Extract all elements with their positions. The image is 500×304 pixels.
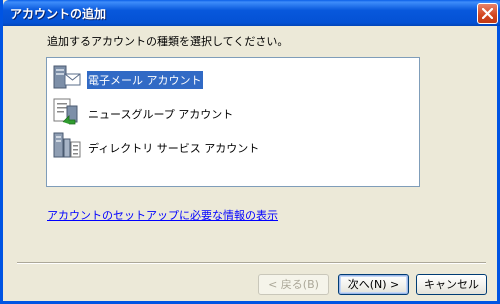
close-icon [482,8,493,19]
dialog-window: アカウントの追加 追加するアカウントの種類を選択してください。 電子メール アカ… [0,0,500,304]
window-title: アカウントの追加 [10,7,107,21]
setup-info-link[interactable]: アカウントのセットアップに必要な情報の表示 [47,207,278,223]
title-bar[interactable]: アカウントの追加 [3,0,500,26]
account-type-list[interactable]: 電子メール アカウント ニュースグループ アカウント ディレクトリ サービス ア… [46,57,420,187]
instruction-text: 追加するアカウントの種類を選択してください。 [47,35,289,48]
list-item-label: ディレクトリ サービス アカウント [88,142,260,155]
back-button[interactable]: < 戻る(B) [258,274,329,295]
list-item-directory-service-account[interactable]: ディレクトリ サービス アカウント [51,130,411,160]
cancel-button[interactable]: キャンセル [416,274,487,295]
directory-service-icon [51,130,83,160]
list-item-newsgroup-account[interactable]: ニュースグループ アカウント [51,96,411,126]
close-button[interactable] [477,3,498,24]
newsgroup-account-icon [51,96,83,126]
list-item-email-account[interactable]: 電子メール アカウント [51,62,411,92]
separator [17,262,486,264]
email-account-icon [51,62,83,92]
list-item-label: 電子メール アカウント [87,71,203,89]
list-item-label: ニュースグループ アカウント [88,108,234,121]
next-button[interactable]: 次へ(N) > [338,274,409,295]
